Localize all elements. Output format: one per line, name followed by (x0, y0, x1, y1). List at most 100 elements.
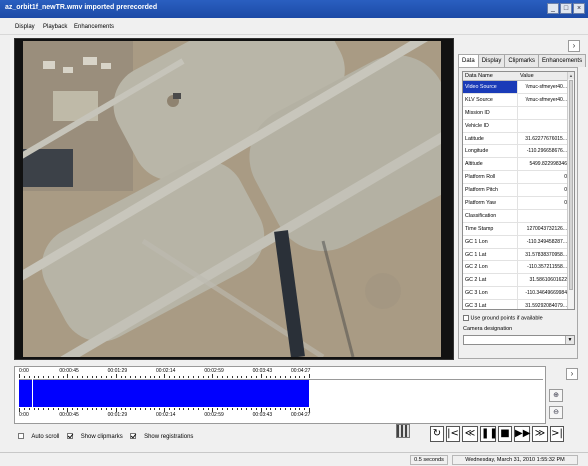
timeline-tick (236, 376, 238, 378)
data-grid-row[interactable]: Classification (463, 209, 574, 223)
timeline-tick (81, 408, 83, 410)
data-grid-value-cell: -110.296658676... (526, 148, 567, 155)
data-grid-row[interactable]: Platform Roll 0 (463, 171, 574, 185)
panel-expand-button[interactable]: › (568, 40, 580, 52)
data-grid-row[interactable]: Vehicle ID (463, 119, 574, 133)
zoom-out-icon[interactable]: ⊖ (549, 406, 563, 419)
data-grid-name-cell: GC 2 Lat (463, 274, 518, 287)
tab-clipmarks[interactable]: Clipmarks (504, 54, 540, 67)
camera-designation-select[interactable]: ▼ (463, 335, 575, 345)
data-grid-row[interactable]: KLV Source \\muc-sfmeyer40... (463, 93, 574, 107)
timeline-tick (91, 376, 93, 378)
use-ground-points-checkbox[interactable] (463, 315, 469, 321)
data-panel: › Data Display Clipmarks Enhancements Da… (456, 38, 587, 360)
data-grid-name-cell: Time Stamp (463, 222, 518, 235)
scroll-thumb[interactable] (569, 80, 573, 290)
timeline[interactable]: 0:00 00:00:45 00:01:29 00:02:14 00:02:59 00:0… (14, 366, 546, 424)
data-grid-row[interactable]: GC 1 Lon -110.349458287... (463, 235, 574, 249)
timeline-tick (110, 376, 112, 378)
timeline-tick (188, 408, 190, 410)
data-grid-name-cell: Platform Yaw (463, 197, 518, 209)
data-tab-body: Data Name Value Video Source \\muc-sfmeye… (458, 67, 578, 359)
data-grid-row[interactable]: Platform Pitch 0 (463, 184, 574, 198)
go-to-end-button[interactable]: >| (550, 426, 564, 442)
data-grid-row[interactable]: GC 3 Lat 31.59292084079... (463, 300, 574, 309)
timeline-tick (110, 408, 112, 410)
data-grid-row[interactable]: Video Source \\muc-sfmeyer40... (463, 81, 574, 94)
data-grid-row[interactable]: Altitude 5499.822998346 (463, 158, 574, 172)
timeline-tick (275, 376, 277, 378)
zoom-in-icon[interactable]: ⊕ (549, 389, 563, 402)
data-grid-name-cell: Vehicle ID (463, 119, 518, 132)
close-button[interactable]: × (573, 3, 585, 14)
timeline-tick (251, 376, 252, 378)
data-grid-value-cell: 31.57838370958... (525, 251, 567, 258)
data-grid-row[interactable]: Time Stamp 1270043732126... (463, 222, 574, 236)
timeline-tick (106, 408, 107, 410)
loop-button[interactable]: ↻ (430, 426, 444, 442)
column-header-data-name[interactable]: Data Name (463, 72, 518, 80)
chevron-down-icon[interactable]: ▼ (565, 336, 574, 344)
data-grid-row[interactable]: Longitude -110.296658676... (463, 145, 574, 159)
grid-scrollbar[interactable]: ▲ (567, 72, 574, 309)
video-viewer[interactable] (14, 38, 454, 360)
maximize-button[interactable]: □ (560, 3, 572, 14)
timeline-tick (19, 374, 20, 378)
data-grid-row[interactable]: Latitude 31.62277676015... (463, 132, 574, 146)
timeline-time-label: 00:02:59 (204, 368, 224, 374)
rewind-button[interactable]: ≪ (462, 426, 478, 442)
timeline-tick (289, 408, 291, 410)
timeline-tick (96, 376, 98, 378)
timeline-tick (48, 408, 49, 410)
minimize-button[interactable]: _ (547, 3, 559, 14)
clip-range-bar[interactable] (19, 379, 309, 408)
data-grid-name-cell: Video Source (463, 81, 518, 93)
go-to-start-button[interactable]: |< (446, 426, 460, 442)
menu-playback[interactable]: Playback (43, 24, 67, 30)
data-grid-row[interactable]: Platform Yaw 0 (463, 197, 574, 210)
timeline-ruler-top: 0:00 00:00:45 00:01:29 00:02:14 00:02:59 00:0… (19, 368, 310, 378)
show-registrations-checkbox[interactable] (130, 433, 137, 439)
data-grid-row[interactable]: GC 2 Lat 31.58610601622 (463, 274, 574, 288)
timeline-tick (149, 408, 151, 410)
timeline-time-label: 00:02:14 (156, 368, 176, 374)
data-grid-name-cell: GC 3 Lat (463, 300, 518, 309)
scroll-up-icon[interactable]: ▲ (568, 72, 574, 79)
tab-display[interactable]: Display (477, 54, 506, 67)
data-grid-value-cell: -110.357211558... (527, 264, 567, 271)
show-clipmarks-checkbox[interactable] (67, 433, 74, 439)
film-strip-icon[interactable] (396, 424, 410, 438)
timeline-tick (154, 376, 156, 378)
camera-designation-label: Camera designation (463, 326, 513, 332)
stop-button[interactable]: ■ (498, 426, 512, 442)
data-grid-row[interactable]: Mission ID (463, 106, 574, 120)
timeline-expand-button[interactable]: › (566, 368, 578, 380)
timeline-tick (173, 408, 175, 410)
timeline-tick (52, 408, 54, 410)
data-grid-row[interactable]: GC 3 Lon -110.34649669984 (463, 287, 574, 301)
data-grid-name-cell: GC 3 Lon (463, 287, 518, 300)
timeline-tick (202, 376, 204, 378)
playhead-cursor[interactable] (32, 379, 33, 408)
menu-enhancements[interactable]: Enhancements (74, 24, 114, 30)
timeline-tick (193, 376, 194, 378)
column-header-value[interactable]: Value (518, 72, 569, 80)
menu-bar: Display Playback Enhancements (0, 18, 588, 35)
timeline-tick (72, 408, 74, 410)
tab-enhancements[interactable]: Enhancements (538, 54, 587, 67)
pause-button[interactable]: ❚❚ (480, 426, 498, 442)
step-forward-button[interactable]: ▶▶ (514, 426, 530, 442)
timeline-tick (23, 376, 25, 378)
use-ground-points-option[interactable]: Use ground points if available (463, 315, 543, 321)
fast-forward-button[interactable]: ≫ (532, 426, 548, 442)
data-grid-row[interactable]: GC 2 Lon -110.357211558... (463, 261, 574, 275)
tab-data[interactable]: Data (458, 54, 479, 68)
timeline-tick (289, 376, 291, 378)
timeline-time-label: 00:03:43 (252, 368, 273, 374)
data-grid-value-cell: 0 (564, 200, 567, 207)
menu-display[interactable]: Display (15, 24, 35, 30)
data-grid-row[interactable]: GC 1 Lat 31.57838370958... (463, 248, 574, 262)
auto-scroll-checkbox[interactable] (18, 433, 24, 439)
timeline-tick (260, 374, 262, 378)
timeline-time-label: 00:02:59 (204, 412, 224, 418)
